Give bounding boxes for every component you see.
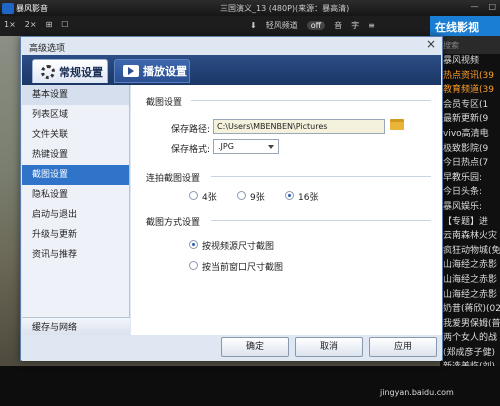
burst-option-label: 9张 (250, 193, 265, 203)
sidebar-item-update[interactable]: 升级与更新 (22, 225, 129, 245)
sidebar-item-cache-network[interactable]: 缓存与网络 (22, 317, 130, 337)
cancel-button[interactable]: 取消 (295, 337, 363, 357)
play-icon (123, 65, 139, 77)
window-controls: — □ (470, 2, 496, 11)
download-icon[interactable]: ⬇ (250, 21, 257, 30)
section-title-mode: 截图方式设置 (146, 218, 201, 228)
save-format-label: 保存格式: (171, 145, 211, 155)
sidebar-item-hotkeys[interactable]: 热键设置 (22, 145, 129, 165)
playlist-item[interactable]: 云南森林火灾 (440, 229, 500, 244)
right-playlist-panel: 搜索 暴风视频 热点资讯(39 教育频道(39 会员专区(1 最新更新(9 vivo高清电… (440, 36, 500, 366)
toolbar-item[interactable]: ☐ (61, 20, 68, 29)
chevron-down-icon (268, 145, 274, 149)
burst-option-label: 16张 (298, 193, 319, 203)
playlist-item[interactable]: 极致影院(9 (440, 142, 500, 157)
playlist-item[interactable]: 今日热点(7 (440, 156, 500, 171)
maximize-icon[interactable]: □ (488, 2, 496, 11)
mode-radio-source[interactable] (189, 240, 198, 249)
burst-radio-4[interactable] (189, 191, 198, 200)
playlist-item[interactable]: vivo高清电 (440, 127, 500, 142)
toolbar-item[interactable]: 2× (25, 20, 37, 29)
save-format-select[interactable]: .JPG (213, 139, 279, 154)
playlist-search[interactable]: 搜索 (440, 36, 500, 54)
divider (211, 220, 431, 221)
player-control-bar (0, 366, 500, 406)
minimize-icon[interactable]: — (470, 2, 478, 11)
sidebar-item-privacy[interactable]: 隐私设置 (22, 185, 129, 205)
player-logo[interactable]: 暴风影音 (2, 2, 66, 14)
sidebar-item-list[interactable]: 列表区域 (22, 105, 129, 125)
mode-option-label: 按视频源尺寸截图 (202, 242, 275, 252)
advanced-options-dialog: 高级选项 × 常规设置 播放设置 基本设置 列表区域 文件关联 热键设置 截图设… (20, 36, 443, 361)
baofeng-logo-icon (2, 2, 14, 14)
ok-button[interactable]: 确定 (221, 337, 289, 357)
divider (211, 176, 431, 177)
save-format-value: .JPG (218, 142, 234, 151)
menu-icon[interactable]: ≡ (368, 21, 375, 30)
save-path-label: 保存路径: (171, 125, 211, 135)
tab-label: 播放设置 (143, 65, 187, 78)
mode-option-label: 按当前窗口尺寸截图 (202, 263, 284, 273)
playlist-item[interactable]: 【专题】进 (440, 215, 500, 230)
channel-label[interactable]: 轻风频道 (266, 20, 298, 31)
playlist-item[interactable]: 我爱男保姆(普 (440, 317, 500, 332)
folder-icon[interactable] (390, 119, 404, 130)
section-title-screenshot: 截图设置 (146, 98, 183, 108)
gear-icon (41, 64, 55, 79)
playlist-item[interactable]: 热点资讯(39 (440, 69, 500, 84)
sidebar-item-news[interactable]: 资讯与推荐 (22, 245, 129, 265)
audio-button[interactable]: 音 (334, 20, 342, 31)
tab-playback-settings[interactable]: 播放设置 (114, 59, 190, 83)
playlist-item[interactable]: 最新更新(9 (440, 112, 500, 127)
player-title-bar: 暴风影音 三国演义_13 (480P)(来源：暴高清) — □ (0, 0, 500, 16)
playlist-item[interactable]: (郑成彦子健) (440, 346, 500, 361)
settings-tabs: 常规设置 播放设置 (22, 55, 441, 85)
playlist-item[interactable]: 山海经之赤影 (440, 258, 500, 273)
online-video-tab[interactable]: 在线影视 (430, 16, 500, 36)
toolbar-item[interactable]: 1× (4, 20, 16, 29)
dialog-title: 高级选项 (29, 44, 66, 54)
dialog-button-bar: 确定 取消 应用 (22, 335, 441, 361)
burst-radio-16[interactable] (285, 191, 294, 200)
playlist-item[interactable]: 山海经之赤影 (440, 288, 500, 303)
playlist-item[interactable]: 会员专区(1 (440, 98, 500, 113)
mode-radio-window[interactable] (189, 261, 198, 270)
playlist-item[interactable]: 今日头条: (440, 185, 500, 200)
toolbar-item[interactable]: ⊞ (46, 20, 53, 29)
settings-sidebar: 基本设置 列表区域 文件关联 热键设置 截图设置 隐私设置 启动与退出 升级与更… (22, 85, 130, 335)
tab-general-settings[interactable]: 常规设置 (32, 59, 108, 83)
apply-button[interactable]: 应用 (369, 337, 437, 357)
player-toolbar: 1× 2× ⊞ ☐ ⬇ 轻风频道 off 音 字 ≡ (0, 16, 430, 36)
sidebar-item-file-assoc[interactable]: 文件关联 (22, 125, 129, 145)
playlist-item[interactable]: 两个女人的战 (440, 331, 500, 346)
logo-text: 暴风影音 (16, 3, 48, 13)
burst-radio-9[interactable] (237, 191, 246, 200)
playlist-item[interactable]: 暴风视频 (440, 54, 500, 69)
video-title: 三国演义_13 (480P)(来源：暴高清) (220, 4, 350, 13)
playlist-item[interactable]: 暴风娱乐: (440, 200, 500, 215)
save-path-input[interactable]: C:\Users\MBENBEN\Pictures (213, 119, 385, 134)
playlist-item[interactable]: 山海经之赤影 (440, 273, 500, 288)
tab-label: 常规设置 (59, 65, 103, 79)
playlist: 暴风视频 热点资讯(39 教育频道(39 会员专区(1 最新更新(9 vivo高清电 极致影… (440, 54, 500, 366)
playlist-item[interactable]: 疯狂动物城(免 (440, 244, 500, 259)
sidebar-item-startup[interactable]: 启动与退出 (22, 205, 129, 225)
playlist-item[interactable]: 教育频道(39 (440, 83, 500, 98)
burst-option-label: 4张 (202, 193, 217, 203)
playlist-item[interactable]: 早教乐园: (440, 171, 500, 186)
channel-toggle[interactable]: off (306, 21, 326, 30)
section-title-burst: 连拍截图设置 (146, 174, 201, 184)
subtitle-button[interactable]: 字 (351, 20, 359, 31)
sidebar-item-basic[interactable]: 基本设置 (22, 85, 129, 105)
playlist-item[interactable]: 奶昔(蒋欣)(02 (440, 302, 500, 317)
sidebar-item-screenshot[interactable]: 截图设置 (22, 165, 129, 185)
divider (191, 100, 431, 101)
watermark: jingyan.baidu.com (380, 388, 454, 397)
close-icon[interactable]: × (425, 38, 437, 51)
settings-content: 截图设置 保存路径: C:\Users\MBENBEN\Pictures 保存格… (131, 85, 442, 335)
